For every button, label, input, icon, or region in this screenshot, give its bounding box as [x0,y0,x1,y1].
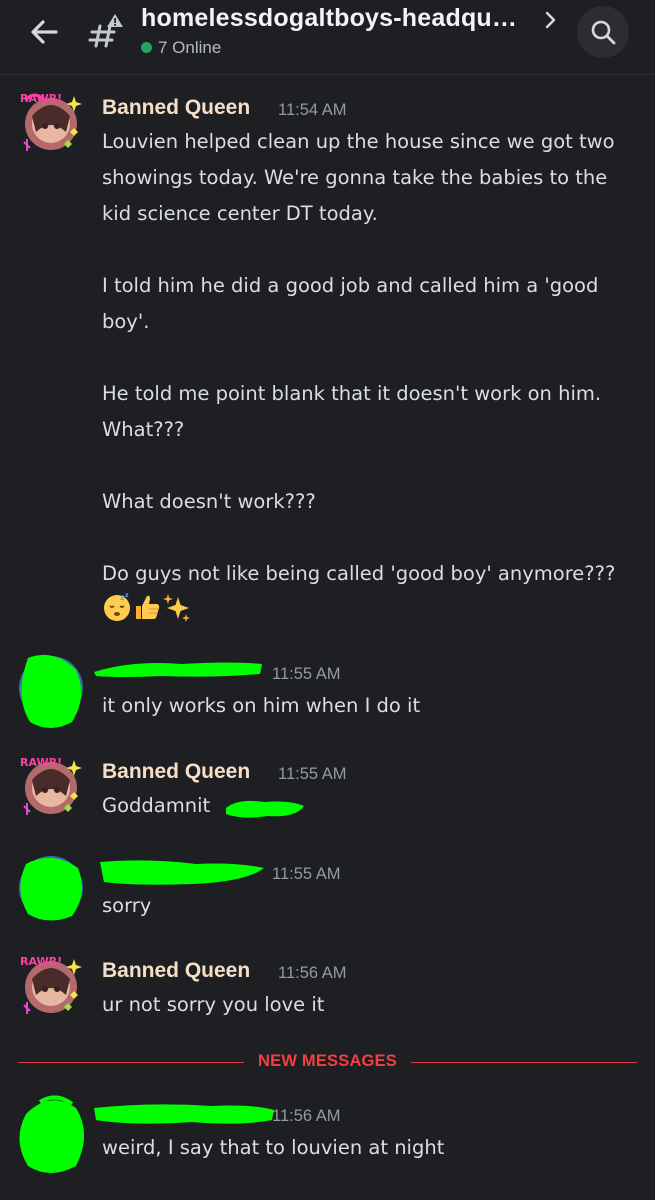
timestamp: 11:55 AM [278,765,347,783]
timestamp: 11:56 AM [272,1107,341,1125]
avatar[interactable] [16,652,83,728]
message-body: Louvien helped clean up the house since … [102,130,616,585]
timestamp: 11:55 AM [272,865,341,883]
message-text: it only works on him when I do it [102,694,421,717]
channel-name[interactable]: homelessdogaltboys-headqu… [141,4,517,33]
avatar[interactable] [16,852,83,921]
redacted-username [92,1100,276,1132]
search-icon [591,20,616,45]
online-count: 7 Online [158,38,222,57]
thumbs-up-icon [132,592,162,622]
back-arrow-icon[interactable] [26,14,62,50]
channel-hash-icon [88,10,128,50]
avatar[interactable]: RAWR! [18,88,84,154]
avatar[interactable]: RAWR! [18,752,84,818]
svg-text:RAWR!: RAWR! [20,92,62,105]
redacted-mention [224,796,306,826]
new-messages-divider: NEW MESSAGES [258,1052,398,1070]
author-name[interactable]: Banned Queen [102,959,250,983]
sparkles-icon [162,592,192,622]
message-text: Louvien helped clean up the house since … [102,124,642,628]
search-button[interactable] [577,6,629,58]
timestamp: 11:54 AM [278,101,347,119]
timestamp: 11:55 AM [272,665,341,683]
online-status-dot [141,42,152,53]
redacted-username [92,658,264,682]
divider-line-left [18,1062,244,1063]
chevron-right-icon[interactable] [543,10,559,30]
message-text: sorry [102,894,152,917]
message-text: ur not sorry you love it [102,993,325,1016]
timestamp: 11:56 AM [278,964,347,982]
author-name[interactable]: Banned Queen [102,96,250,120]
sleeping-face-icon: zz [102,592,132,622]
divider-line-right [411,1062,637,1063]
author-name[interactable]: Banned Queen [102,760,250,784]
channel-header: homelessdogaltboys-headqu… 7 Online [0,0,655,75]
message-text: Goddamnit [102,794,211,817]
message-text: weird, I say that to louvien at night [102,1136,445,1159]
svg-text:z: z [125,592,129,599]
avatar[interactable]: RAWR! [18,951,84,1017]
svg-text:RAWR!: RAWR! [20,955,62,968]
svg-text:RAWR!: RAWR! [20,756,62,769]
avatar[interactable] [16,1094,84,1173]
redacted-username [96,856,268,892]
